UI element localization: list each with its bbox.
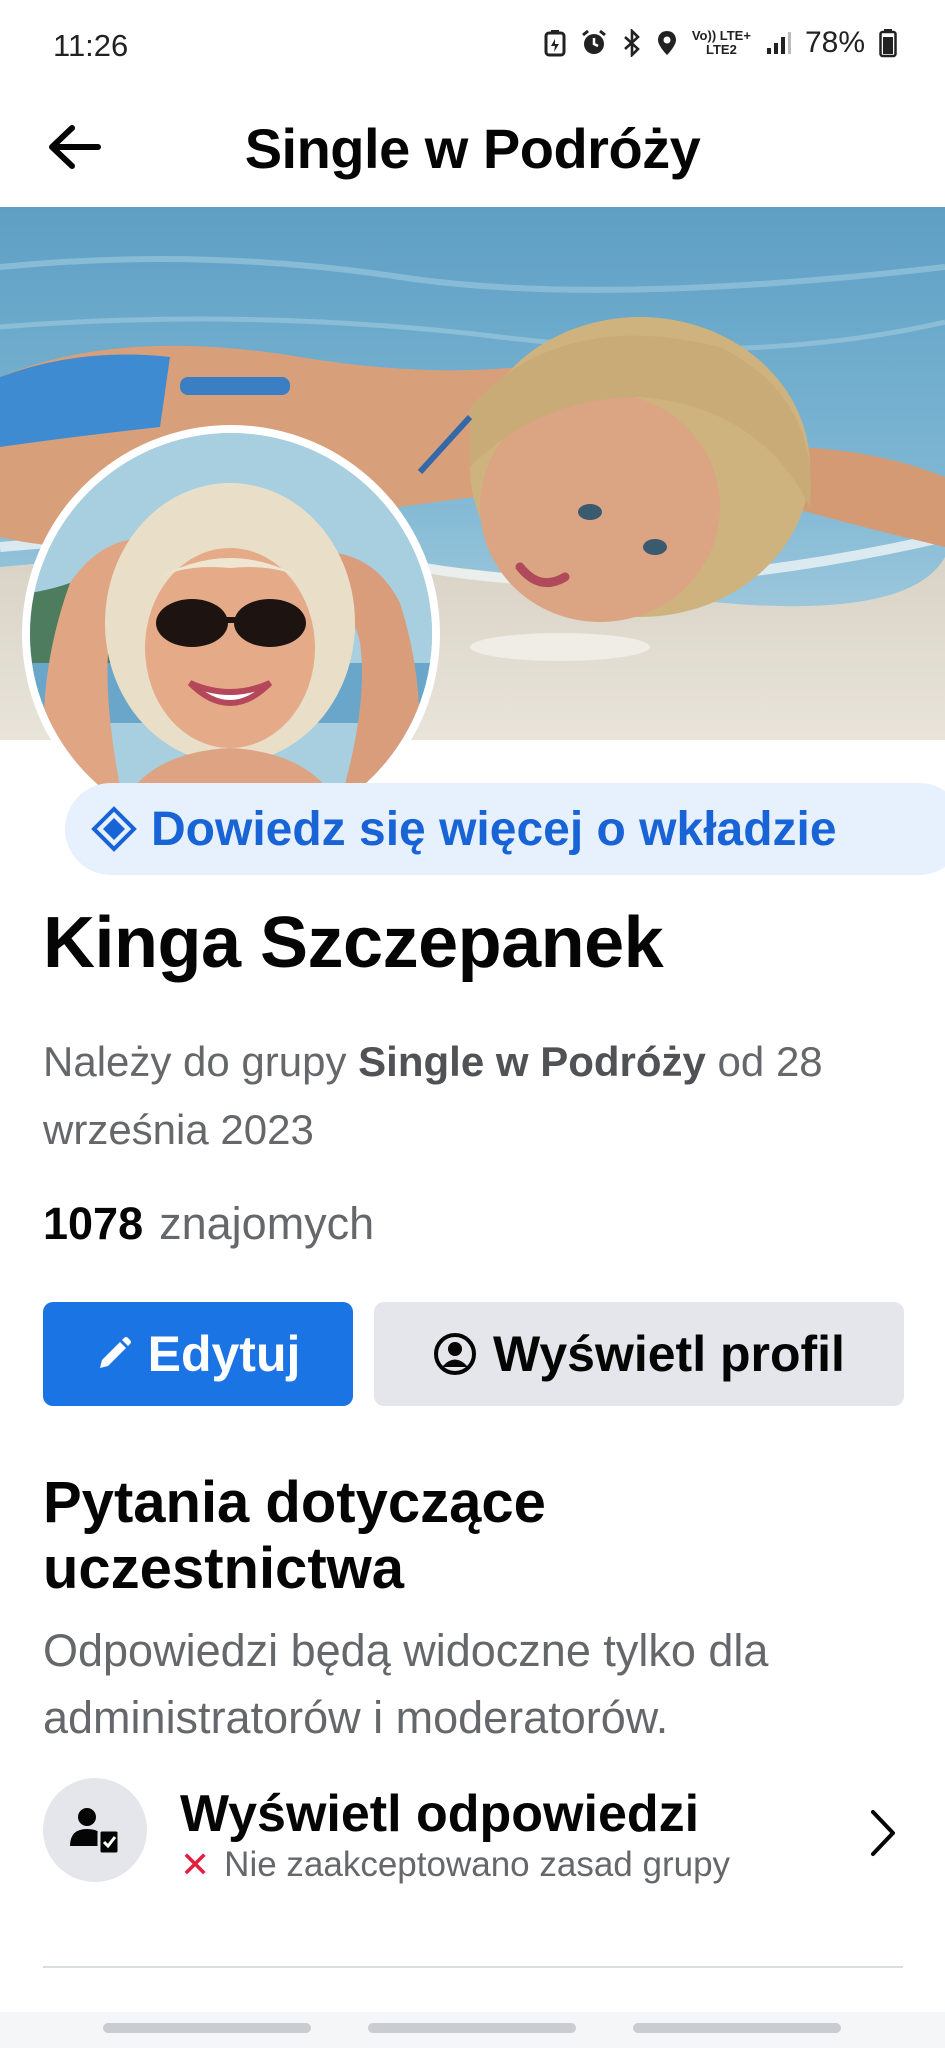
- friends-count-row: 1078 znajomych: [43, 1198, 374, 1250]
- error-x-icon: ✕: [180, 1844, 211, 1885]
- membership-questions-title: Pytania dotyczące uczestnictwa: [43, 1470, 546, 1601]
- answers-status: ✕ Nie zaakceptowano zasad grupy: [180, 1844, 730, 1886]
- page-title: Single w Podróży: [244, 117, 701, 180]
- avatar-image: [30, 433, 432, 835]
- group-member-profile-screen: 11:26 Vo)) LTE+ LTE2 78% Single w Podróż…: [0, 0, 945, 2048]
- network-indicator: Vo)) LTE+ LTE2: [692, 29, 751, 57]
- nav-handle-left: [103, 2023, 311, 2033]
- battery-percentage: 78%: [804, 26, 865, 59]
- member-name: Kinga Szczepanek: [43, 903, 664, 983]
- chevron-right-icon: [871, 1810, 895, 1856]
- alarm-icon: [581, 29, 606, 54]
- avatar-photo: [30, 433, 432, 835]
- section-divider: [43, 1966, 903, 1968]
- membership-prefix: Należy do grupy: [43, 1038, 359, 1085]
- edit-button-label: Edytuj: [147, 1326, 301, 1382]
- battery-icon: [879, 29, 897, 58]
- status-time: 11:26: [53, 28, 129, 63]
- bluetooth-icon: [623, 29, 640, 57]
- friends-label: znajomych: [159, 1198, 375, 1249]
- status-icons: Vo)) LTE+ LTE2 78%: [544, 26, 897, 60]
- view-profile-label: Wyświetl profil: [493, 1326, 845, 1382]
- nav-handle-center: [368, 2023, 576, 2033]
- battery-saver-icon: [544, 30, 566, 57]
- answers-status-text: Nie zaakceptowano zasad grupy: [224, 1845, 731, 1884]
- membership-questions-subtitle: Odpowiedzi będą widoczne tylko dla admin…: [43, 1625, 769, 1743]
- membership-info: Należy do grupy Single w Podróży od 28 w…: [43, 1028, 903, 1164]
- view-profile-button[interactable]: Wyświetl profil: [374, 1302, 904, 1406]
- status-bar: 11:26 Vo)) LTE+ LTE2 78%: [0, 0, 945, 92]
- membership-group-name[interactable]: Single w Podróży: [358, 1038, 706, 1085]
- network-bottom-label: LTE2: [705, 42, 737, 57]
- contribution-badge-label: Dowiedz się więcej o wkładzie: [151, 802, 837, 856]
- network-top-label: Vo)) LTE+: [691, 28, 751, 43]
- view-answers-label: Wyświetl odpowiedzi: [180, 1785, 700, 1843]
- diamond-badge-icon: [91, 806, 137, 852]
- pencil-icon: [99, 1337, 131, 1368]
- profile-avatar[interactable]: [22, 425, 440, 843]
- view-answers-row[interactable]: Wyświetl odpowiedzi ✕ Nie zaakceptowano …: [43, 1778, 903, 1888]
- user-circle-icon: [434, 1333, 477, 1375]
- edit-button[interactable]: Edytuj: [43, 1302, 353, 1406]
- answers-icon-container: [43, 1778, 147, 1882]
- friends-count: 1078: [43, 1198, 144, 1249]
- signal-icon: [766, 32, 791, 54]
- location-icon: [657, 31, 676, 55]
- person-checklist-icon: [70, 1808, 121, 1856]
- contribution-badge-link[interactable]: Dowiedz się więcej o wkładzie: [65, 783, 945, 875]
- nav-handle-right: [633, 2023, 841, 2033]
- top-app-bar: Single w Podróży: [0, 92, 945, 207]
